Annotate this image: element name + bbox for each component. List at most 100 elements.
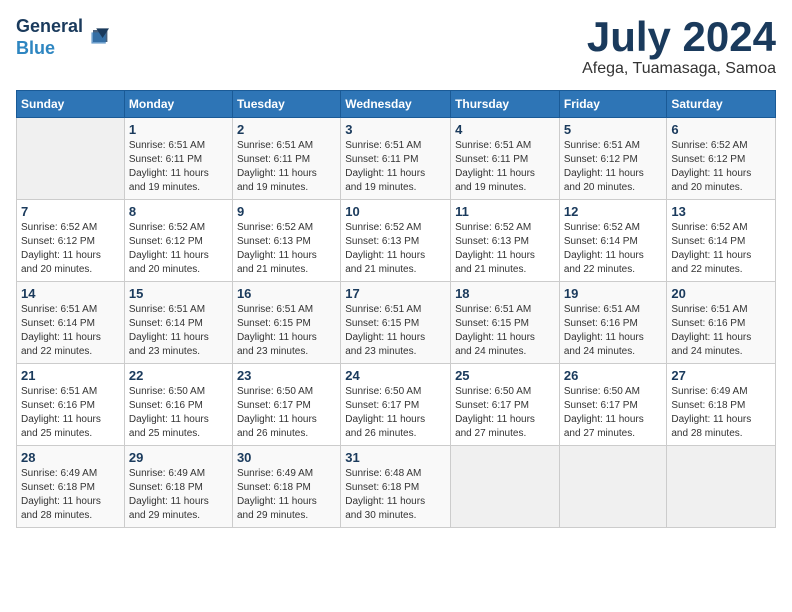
calendar-cell [667,446,776,528]
calendar-cell: 3Sunrise: 6:51 AMSunset: 6:11 PMDaylight… [341,118,451,200]
day-number: 7 [21,204,120,219]
calendar-cell [17,118,125,200]
day-number: 1 [129,122,228,137]
day-number: 15 [129,286,228,301]
day-info: Sunrise: 6:52 AMSunset: 6:14 PMDaylight:… [671,221,771,277]
day-number: 13 [671,204,771,219]
calendar-cell: 11 Sunrise: 6:52 AMSunset: 6:13 PMDayligh… [451,200,560,282]
header-day-wednesday: Wednesday [341,91,451,118]
calendar-cell: 24 Sunrise: 6:50 AMSunset: 6:17 PMDayligh… [341,364,451,446]
day-info: Sunrise: 6:51 AMSunset: 6:15 PMDaylight:… [345,303,446,359]
calendar-cell: 23 Sunrise: 6:50 AMSunset: 6:17 PMDayligh… [232,364,340,446]
day-info: Sunrise: 6:52 AMSunset: 6:13 PMDaylight:… [345,221,446,277]
day-info: Sunrise: 6:50 AMSunset: 6:17 PMDaylight:… [564,385,663,441]
calendar-cell: 13 Sunrise: 6:52 AMSunset: 6:14 PMDayligh… [667,200,776,282]
day-number: 24 [345,368,446,383]
day-number: 31 [345,450,446,465]
day-info: Sunrise: 6:51 AMSunset: 6:11 PMDaylight:… [129,139,228,195]
day-info: Sunrise: 6:51 AMSunset: 6:16 PMDaylight:… [21,385,120,441]
day-info: Sunrise: 6:50 AMSunset: 6:17 PMDaylight:… [237,385,336,441]
calendar-cell: 2 Sunrise: 6:51 AMSunset: 6:11 PMDaylight… [232,118,340,200]
day-number: 5 [564,122,663,137]
day-number: 30 [237,450,336,465]
calendar-cell: 12 Sunrise: 6:52 AMSunset: 6:14 PMDayligh… [559,200,667,282]
day-number: 14 [21,286,120,301]
calendar-cell: 8Sunrise: 6:52 AMSunset: 6:12 PMDaylight… [124,200,232,282]
header-day-sunday: Sunday [17,91,125,118]
day-info: Sunrise: 6:52 AMSunset: 6:12 PMDaylight:… [21,221,120,277]
day-number: 26 [564,368,663,383]
day-number: 11 [455,204,555,219]
week-row-5: 28 Sunrise: 6:49 AMSunset: 6:18 PMDayligh… [17,446,776,528]
header-day-friday: Friday [559,91,667,118]
week-row-3: 14 Sunrise: 6:51 AMSunset: 6:14 PMDayligh… [17,282,776,364]
day-info: Sunrise: 6:50 AMSunset: 6:16 PMDaylight:… [129,385,228,441]
calendar-cell: 1 Sunrise: 6:51 AMSunset: 6:11 PMDaylight… [124,118,232,200]
day-info: Sunrise: 6:49 AMSunset: 6:18 PMDaylight:… [21,467,120,523]
calendar-cell: 22 Sunrise: 6:50 AMSunset: 6:16 PMDayligh… [124,364,232,446]
day-info: Sunrise: 6:50 AMSunset: 6:17 PMDaylight:… [455,385,555,441]
day-number: 18 [455,286,555,301]
logo-icon [85,26,109,50]
day-info: Sunrise: 6:52 AMSunset: 6:13 PMDaylight:… [455,221,555,277]
day-number: 23 [237,368,336,383]
calendar-cell: 6 Sunrise: 6:52 AMSunset: 6:12 PMDaylight… [667,118,776,200]
day-info: Sunrise: 6:52 AMSunset: 6:12 PMDaylight:… [129,221,228,277]
day-info: Sunrise: 6:51 AMSunset: 6:14 PMDaylight:… [21,303,120,359]
day-info: Sunrise: 6:49 AMSunset: 6:18 PMDaylight:… [237,467,336,523]
logo-blue-text: Blue [16,38,55,58]
calendar-cell: 4Sunrise: 6:51 AMSunset: 6:11 PMDaylight… [451,118,560,200]
calendar-cell: 30 Sunrise: 6:49 AMSunset: 6:18 PMDayligh… [232,446,340,528]
day-number: 21 [21,368,120,383]
calendar-header-row: SundayMondayTuesdayWednesdayThursdayFrid… [17,91,776,118]
day-number: 20 [671,286,771,301]
day-info: Sunrise: 6:51 AMSunset: 6:14 PMDaylight:… [129,303,228,359]
location-title: Afega, Tuamasaga, Samoa [582,60,776,78]
header-day-monday: Monday [124,91,232,118]
calendar-cell [559,446,667,528]
day-number: 6 [671,122,771,137]
week-row-1: 1 Sunrise: 6:51 AMSunset: 6:11 PMDaylight… [17,118,776,200]
day-number: 2 [237,122,336,137]
calendar-table: SundayMondayTuesdayWednesdayThursdayFrid… [16,90,776,528]
calendar-cell: 26 Sunrise: 6:50 AMSunset: 6:17 PMDayligh… [559,364,667,446]
calendar-cell: 5 Sunrise: 6:51 AMSunset: 6:12 PMDaylight… [559,118,667,200]
header-day-saturday: Saturday [667,91,776,118]
day-number: 19 [564,286,663,301]
day-info: Sunrise: 6:52 AMSunset: 6:12 PMDaylight:… [671,139,771,195]
day-number: 25 [455,368,555,383]
day-number: 22 [129,368,228,383]
day-number: 10 [345,204,446,219]
calendar-cell: 21 Sunrise: 6:51 AMSunset: 6:16 PMDayligh… [17,364,125,446]
day-info: Sunrise: 6:51 AMSunset: 6:12 PMDaylight:… [564,139,663,195]
day-number: 3 [345,122,446,137]
calendar-cell: 27Sunrise: 6:49 AMSunset: 6:18 PMDayligh… [667,364,776,446]
day-info: Sunrise: 6:48 AMSunset: 6:18 PMDaylight:… [345,467,446,523]
day-info: Sunrise: 6:49 AMSunset: 6:18 PMDaylight:… [671,385,771,441]
calendar-cell: 18 Sunrise: 6:51 AMSunset: 6:15 PMDayligh… [451,282,560,364]
calendar-cell: 9Sunrise: 6:52 AMSunset: 6:13 PMDaylight… [232,200,340,282]
calendar-cell [451,446,560,528]
day-number: 12 [564,204,663,219]
day-info: Sunrise: 6:51 AMSunset: 6:11 PMDaylight:… [237,139,336,195]
day-info: Sunrise: 6:49 AMSunset: 6:18 PMDaylight:… [129,467,228,523]
day-info: Sunrise: 6:51 AMSunset: 6:11 PMDaylight:… [455,139,555,195]
calendar-cell: 20 Sunrise: 6:51 AMSunset: 6:16 PMDayligh… [667,282,776,364]
calendar-cell: 17 Sunrise: 6:51 AMSunset: 6:15 PMDayligh… [341,282,451,364]
day-info: Sunrise: 6:51 AMSunset: 6:15 PMDaylight:… [455,303,555,359]
day-info: Sunrise: 6:50 AMSunset: 6:17 PMDaylight:… [345,385,446,441]
day-number: 28 [21,450,120,465]
day-number: 17 [345,286,446,301]
month-title: July 2024 [582,16,776,58]
day-info: Sunrise: 6:52 AMSunset: 6:14 PMDaylight:… [564,221,663,277]
logo: GeneralBlue [16,16,109,59]
day-info: Sunrise: 6:51 AMSunset: 6:15 PMDaylight:… [237,303,336,359]
calendar-cell: 19Sunrise: 6:51 AMSunset: 6:16 PMDayligh… [559,282,667,364]
calendar-cell: 28 Sunrise: 6:49 AMSunset: 6:18 PMDayligh… [17,446,125,528]
header-day-tuesday: Tuesday [232,91,340,118]
day-number: 16 [237,286,336,301]
day-info: Sunrise: 6:51 AMSunset: 6:16 PMDaylight:… [671,303,771,359]
calendar-cell: 29 Sunrise: 6:49 AMSunset: 6:18 PMDayligh… [124,446,232,528]
logo-text: GeneralBlue [16,16,83,59]
day-number: 29 [129,450,228,465]
